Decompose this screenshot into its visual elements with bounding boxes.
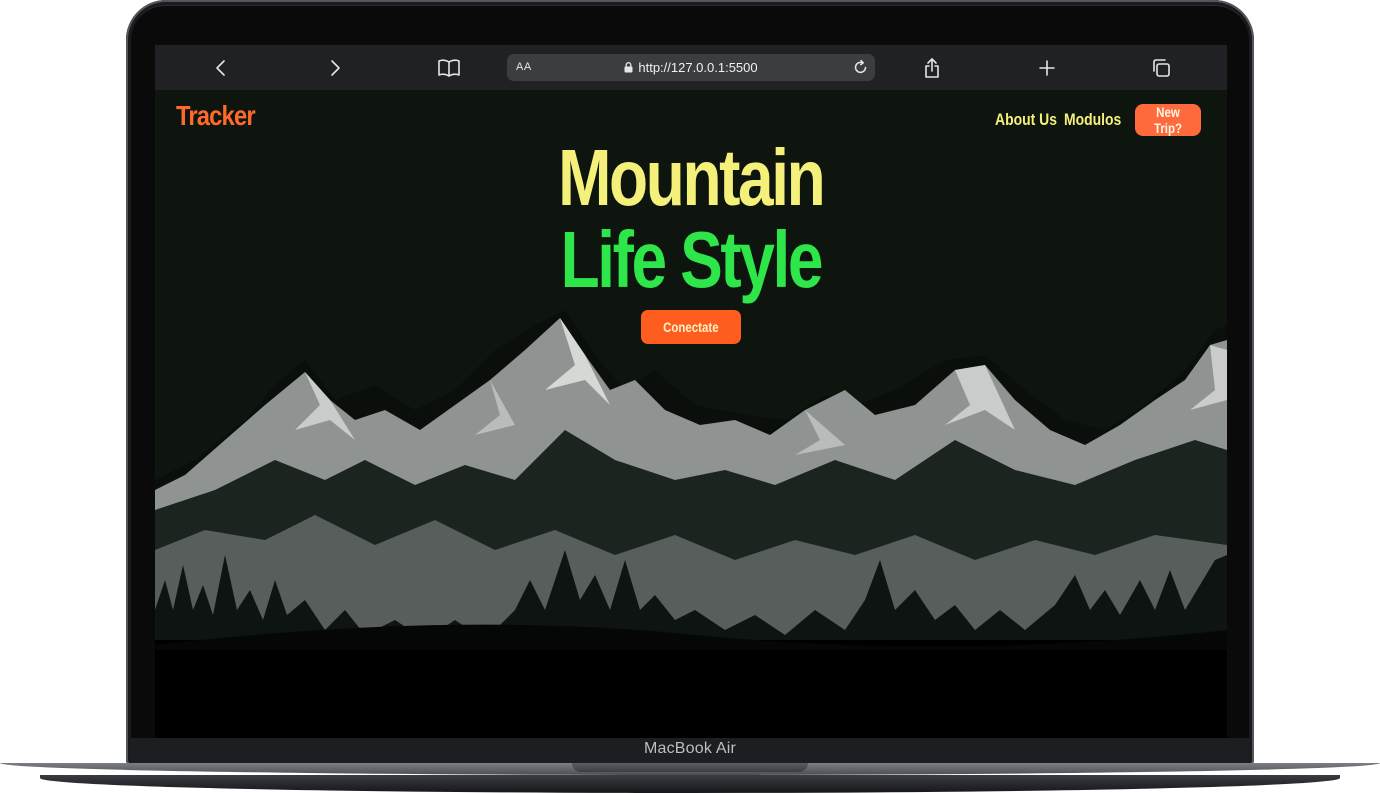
site-logo[interactable]: Tracker xyxy=(176,100,256,132)
back-button[interactable] xyxy=(207,54,235,82)
url-text: http://127.0.0.1:5500 xyxy=(638,60,758,75)
address-bar[interactable]: AA http://127.0.0.1:5500 xyxy=(507,54,875,81)
conectate-button[interactable]: Conectate xyxy=(641,310,741,344)
hero-title-line-1-text: Mountain xyxy=(558,133,826,222)
conectate-label: Conectate xyxy=(663,319,719,335)
plus-icon xyxy=(1039,60,1055,76)
hero-title-line-2-text: Life Style xyxy=(560,215,824,304)
browser-screen: AA http://127.0.0.1:5500 Tracker About U… xyxy=(155,45,1227,738)
forward-button[interactable] xyxy=(321,54,349,82)
new-trip-label: New Trip? xyxy=(1153,104,1183,136)
lock-icon xyxy=(624,62,633,73)
base-underside xyxy=(40,775,1340,793)
chevron-left-icon xyxy=(216,60,225,76)
bookmarks-button[interactable] xyxy=(435,54,463,82)
tabs-overview-button[interactable] xyxy=(1147,54,1175,82)
web-page: Tracker About Us Modulos New Trip? Mount… xyxy=(155,90,1227,738)
share-icon xyxy=(925,58,939,78)
new-trip-button[interactable]: New Trip? xyxy=(1135,104,1201,136)
laptop-chin: MacBook Air xyxy=(131,738,1249,764)
new-tab-button[interactable] xyxy=(1033,54,1061,82)
mountain-background-image xyxy=(155,310,1227,738)
browser-toolbar: AA http://127.0.0.1:5500 xyxy=(155,45,1227,90)
book-icon xyxy=(438,59,460,77)
tabs-icon xyxy=(1153,59,1170,77)
share-button[interactable] xyxy=(918,54,946,82)
nav-link-modulos[interactable]: Modulos xyxy=(1064,110,1121,130)
laptop-base xyxy=(0,763,1380,793)
hero-title-line-2: Life Style xyxy=(155,220,1227,300)
reload-icon xyxy=(854,59,867,74)
chevron-right-icon xyxy=(331,60,340,76)
nav-link-about-us[interactable]: About Us xyxy=(995,110,1057,130)
base-notch xyxy=(572,763,808,772)
reload-button[interactable] xyxy=(852,59,869,76)
hero-title-line-1: Mountain xyxy=(155,138,1227,218)
device-label: MacBook Air xyxy=(643,740,736,757)
